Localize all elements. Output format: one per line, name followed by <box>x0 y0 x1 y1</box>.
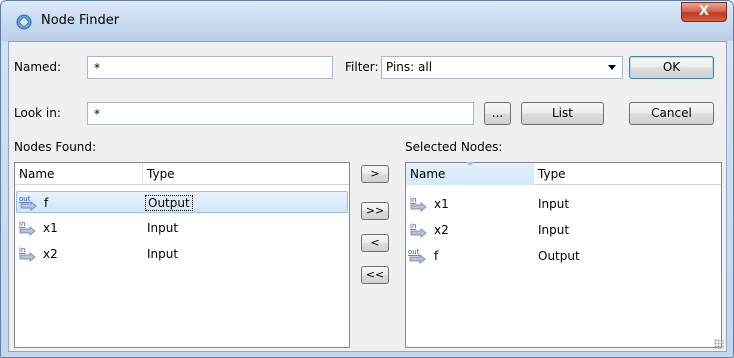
filter-select-value: Pins: all <box>386 60 433 74</box>
output-pin-icon: out <box>19 195 37 211</box>
svg-text:in: in <box>410 222 416 230</box>
svg-text:out: out <box>19 195 31 203</box>
node-type: Input <box>147 221 179 235</box>
remove-all-button[interactable]: << <box>361 266 389 284</box>
add-one-button[interactable]: > <box>361 165 389 183</box>
selected-nodes-label: Selected Nodes: <box>405 140 503 154</box>
input-pin-icon: in <box>410 222 427 238</box>
sort-indicator-icon <box>465 162 474 166</box>
list-item[interactable]: in x1 Input <box>15 217 349 239</box>
svg-text:in: in <box>19 246 25 254</box>
list-button[interactable]: List <box>521 102 604 125</box>
node-type: Input <box>147 247 179 261</box>
node-name: x2 <box>43 247 58 261</box>
title-bar[interactable]: Node Finder X <box>1 1 733 41</box>
ok-button[interactable]: OK <box>629 56 714 79</box>
input-pin-icon: in <box>19 246 36 262</box>
look-in-label: Look in: <box>14 106 61 120</box>
filter-label: Filter: <box>345 60 379 74</box>
named-input[interactable] <box>87 56 333 79</box>
column-header-type[interactable]: Type <box>143 163 350 185</box>
nodes-found-label: Nodes Found: <box>14 140 97 154</box>
list-item[interactable]: in x1 Input <box>406 193 721 215</box>
nodes-found-list[interactable]: Name Type out f Output in x1 Input in x2… <box>14 162 350 348</box>
column-header-name[interactable]: Name <box>406 162 534 185</box>
node-name: x1 <box>43 221 58 235</box>
resize-grip-icon[interactable] <box>714 339 724 349</box>
cancel-button[interactable]: Cancel <box>629 102 714 125</box>
output-pin-icon: out <box>408 248 426 264</box>
column-header-type[interactable]: Type <box>534 163 722 185</box>
look-in-input[interactable] <box>87 102 474 125</box>
remove-one-button[interactable]: < <box>361 234 389 252</box>
input-pin-icon: in <box>410 196 427 212</box>
window-title: Node Finder <box>41 13 120 28</box>
node-type: Output <box>538 249 580 263</box>
named-label: Named: <box>14 60 62 74</box>
list-item[interactable]: in x2 Input <box>406 219 721 241</box>
input-pin-icon: in <box>19 220 36 236</box>
node-type: Input <box>538 223 570 237</box>
dialog-body: Named: Filter: Pins: all OK Look in: ...… <box>8 41 727 352</box>
column-header-name-label: Name <box>410 167 446 181</box>
node-name: x1 <box>434 197 449 211</box>
selected-nodes-list[interactable]: Name Type in x1 Input in x2 Input out f … <box>405 162 722 348</box>
browse-button[interactable]: ... <box>484 102 511 125</box>
selected-nodes-header: Name Type <box>406 162 722 185</box>
node-finder-dialog: Node Finder X Named: Filter: Pins: all O… <box>0 0 734 358</box>
filter-select[interactable]: Pins: all <box>381 56 623 79</box>
node-finder-app-icon <box>16 14 32 30</box>
nodes-found-header: Name Type <box>15 163 349 185</box>
svg-text:in: in <box>410 196 416 204</box>
svg-text:out: out <box>408 248 420 256</box>
svg-text:in: in <box>19 220 25 228</box>
column-header-name[interactable]: Name <box>15 163 143 185</box>
list-item[interactable]: in x2 Input <box>15 243 349 265</box>
node-name: f <box>434 249 439 263</box>
node-name: x2 <box>434 223 449 237</box>
list-item[interactable]: out f Output <box>16 191 348 213</box>
node-name: f <box>44 196 49 210</box>
add-all-button[interactable]: >> <box>361 202 389 220</box>
chevron-down-icon <box>608 65 616 70</box>
list-item[interactable]: out f Output <box>406 245 721 267</box>
node-type: Input <box>538 197 570 211</box>
node-type: Output <box>145 195 193 211</box>
close-button[interactable]: X <box>681 2 727 22</box>
